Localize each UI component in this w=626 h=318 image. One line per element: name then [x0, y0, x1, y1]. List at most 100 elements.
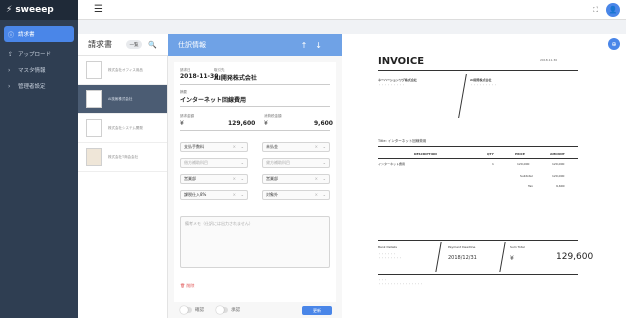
credit-department-select[interactable]: 営業部 × ⌄	[262, 174, 330, 184]
amount-label: 請求金額	[180, 114, 194, 118]
subtotal-value: 120,000	[552, 174, 565, 178]
debit-tax-select[interactable]: 課税仕入8% × ⌄	[180, 190, 248, 200]
col-price: PRICE	[515, 152, 525, 156]
list-item[interactable]: 株式会社T商会会社	[78, 143, 167, 172]
doc-thumbnail	[86, 148, 102, 166]
expand-icon[interactable]: ⛶	[593, 6, 598, 15]
trash-icon: 🗑	[180, 283, 186, 288]
doc-thumbnail	[86, 119, 102, 137]
zoom-icon[interactable]: ⊕	[608, 38, 620, 50]
clear-icon[interactable]: ×	[315, 144, 318, 149]
user-avatar-button[interactable]: 👤	[606, 3, 620, 17]
hamburger-menu-icon[interactable]: ☰	[94, 4, 103, 15]
select-value: 営業部	[184, 176, 196, 181]
credit-account-select[interactable]: 未払金 × ⌄	[262, 142, 330, 152]
delete-button[interactable]: 🗑 削除	[180, 283, 194, 289]
nav-arrows: ↑↓	[301, 41, 330, 50]
total-amount: 129,600	[556, 252, 594, 262]
clear-icon[interactable]: ×	[233, 176, 236, 181]
divider	[378, 70, 578, 71]
list-item[interactable]: 株式会社オフィス用品	[78, 56, 167, 85]
amount-currency: ¥	[180, 120, 184, 127]
divider	[180, 130, 330, 131]
divider	[458, 74, 467, 118]
credit-sub-account-select[interactable]: 貸方補助科目 ⌄	[262, 158, 330, 168]
clear-icon[interactable]: ×	[315, 192, 318, 197]
search-icon[interactable]: 🔍	[148, 41, 157, 49]
due-date: 2018/12/31	[448, 255, 477, 261]
tax-value: 9,600	[556, 184, 565, 188]
credit-tax-select[interactable]: 対象外 × ⌄	[262, 190, 330, 200]
doc-list-header: 請求書 一覧 🔍	[78, 34, 168, 56]
sidebar-item-label: 請求書	[18, 32, 35, 38]
row-qty: 1	[492, 162, 494, 166]
debit-account-select[interactable]: 支払手数料 × ⌄	[180, 142, 248, 152]
doc-name: 株式会社システム開発	[108, 125, 143, 130]
list-item[interactable]: 株式会社システム開発	[78, 114, 167, 143]
app-logo[interactable]: ⚡ sweeep	[0, 0, 78, 20]
lightning-icon: ⚡	[6, 5, 13, 15]
list-view-button[interactable]: 一覧	[126, 40, 142, 49]
confirm-toggle[interactable]	[180, 306, 192, 314]
amount-field[interactable]: 129,600	[228, 120, 255, 127]
summary-field[interactable]: インターネット回線費用	[180, 95, 246, 104]
chevron-right-icon: ›	[8, 82, 11, 90]
col-amount: AMOUNT	[550, 152, 565, 156]
top-bar: ☰ ⛶ 👤	[78, 0, 626, 20]
sidebar-item-master[interactable]: › マスタ情報	[0, 62, 78, 78]
upload-icon: ⇪	[8, 50, 14, 58]
document-icon: ⓘ	[8, 31, 15, 39]
divider	[378, 158, 578, 159]
sidebar-item-invoices[interactable]: ⓘ 請求書	[4, 26, 74, 42]
chevron-down-icon: ⌄	[240, 176, 244, 181]
doc-name: 株式会社オフィス用品	[108, 67, 143, 72]
row-description: インターネット費用	[378, 162, 406, 166]
invoice-title: INVOICE	[378, 56, 425, 67]
debit-department-select[interactable]: 営業部 × ⌄	[180, 174, 248, 184]
divider	[378, 240, 578, 241]
list-item[interactable]: AI技術株式会社	[78, 85, 167, 114]
chevron-down-icon: ⌄	[322, 160, 326, 165]
due-label: Payment Deadline	[448, 245, 476, 249]
select-value: 支払手数料	[184, 144, 204, 149]
arrow-up-icon[interactable]: ↑	[301, 41, 316, 50]
tax-currency: ¥	[264, 120, 268, 127]
clear-icon[interactable]: ×	[315, 176, 318, 181]
memo-textarea[interactable]: 備考メモ（仕訳には出力されません）	[180, 216, 330, 268]
debit-sub-account-select[interactable]: 借方補助科目 ⌄	[180, 158, 248, 168]
invoice-from-company: AI開発株式会社	[470, 78, 492, 82]
invoice-date: 2018.11.30	[540, 58, 558, 62]
sidebar: ⚡ sweeep ⓘ 請求書 ⇪ アップロード › マスタ情報 › 管理者設定	[0, 0, 78, 318]
sidebar-item-upload[interactable]: ⇪ アップロード	[0, 46, 78, 62]
chevron-down-icon: ⌄	[240, 192, 244, 197]
arrow-down-icon[interactable]: ↓	[315, 41, 330, 50]
doc-thumbnail	[86, 61, 102, 79]
select-value: 営業部	[266, 176, 278, 181]
row-amount: 120,000	[552, 162, 565, 166]
doc-name: AI技術株式会社	[108, 96, 133, 101]
clear-icon[interactable]: ×	[233, 144, 236, 149]
tax-field[interactable]: 9,600	[314, 120, 333, 127]
delete-label: 削除	[186, 283, 195, 288]
divider	[180, 106, 330, 107]
clear-icon[interactable]: ×	[233, 192, 236, 197]
form-body: 請求日 取引先 2018-11-30 AI開発株式会社 摘要 インターネット回線…	[174, 62, 336, 306]
bank-label: Bank Details	[378, 245, 397, 249]
tax-label: Tax	[528, 184, 533, 188]
doc-name: 株式会社T商会会社	[108, 154, 139, 159]
chevron-down-icon: ⌄	[322, 176, 326, 181]
invoice-subject: Title: インターネット回線費用	[378, 139, 427, 143]
update-button[interactable]: 更新	[302, 306, 332, 315]
sidebar-item-admin[interactable]: › 管理者設定	[0, 78, 78, 94]
invoice-to-address: ・・・・・・・・・	[378, 83, 406, 87]
sidebar-item-label: アップロード	[18, 52, 52, 58]
doc-list-title: 請求書	[88, 40, 112, 49]
date-field[interactable]: 2018-11-30	[180, 73, 218, 80]
row-price: 120,000	[517, 162, 530, 166]
select-value: 未払金	[266, 144, 278, 149]
app-logo-text: sweeep	[15, 5, 54, 15]
chevron-down-icon: ⌄	[240, 160, 244, 165]
invoice-from-address: ・・・・・・・・・	[470, 83, 498, 87]
partner-field[interactable]: AI開発株式会社	[214, 73, 257, 82]
approve-toggle[interactable]	[216, 306, 228, 314]
